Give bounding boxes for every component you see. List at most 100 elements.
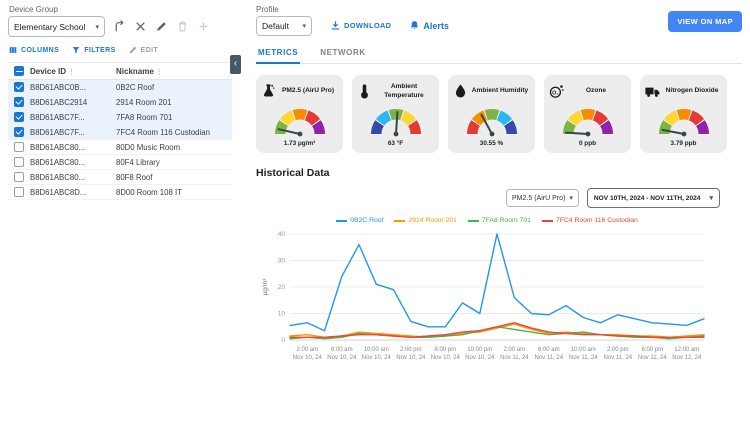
chevron-down-icon: ▾ — [709, 194, 713, 202]
table-row[interactable]: B8D61ABC80...80F8 Roof — [8, 170, 232, 185]
device-id-header-label: Device ID — [30, 67, 66, 76]
download-icon — [330, 20, 341, 31]
row-checkbox[interactable] — [14, 187, 24, 197]
svg-text:Nov 11, 24: Nov 11, 24 — [569, 355, 598, 361]
thermometer-icon — [356, 83, 373, 100]
move-device-icon[interactable] — [113, 20, 126, 33]
device-group-row: Elementary School ▾ — [8, 16, 232, 37]
legend-item[interactable]: 7FA8 Room 701 — [468, 217, 531, 224]
tab-metrics[interactable]: METRICS — [256, 45, 300, 64]
nickname-header[interactable]: Nickname⋮ — [116, 67, 232, 76]
legend-swatch — [336, 220, 347, 222]
alerts-label: Alerts — [423, 21, 449, 31]
row-checkbox[interactable] — [14, 142, 24, 152]
ozone-icon: O₃ — [548, 83, 565, 100]
edit-button[interactable]: EDIT — [128, 45, 159, 55]
svg-text:Nov 12, 24: Nov 12, 24 — [672, 355, 702, 361]
tab-network[interactable]: NETWORK — [318, 45, 368, 63]
profile-block: Profile Default ▾ — [256, 5, 312, 36]
download-button[interactable]: DOWNLOAD — [330, 20, 391, 31]
nickname-cell: 2914 Room 201 — [116, 98, 232, 107]
columns-button[interactable]: COLUMNS — [8, 45, 59, 55]
svg-text:6:00 am: 6:00 am — [538, 347, 560, 353]
gauge — [368, 105, 424, 137]
svg-text:0: 0 — [281, 337, 285, 344]
device-id-header[interactable]: Device ID⋮ — [30, 67, 116, 76]
row-checkbox[interactable] — [14, 112, 24, 122]
table-row[interactable]: B8D61ABC7F...7FA8 Room 701 — [8, 110, 232, 125]
edit-device-icon[interactable] — [155, 20, 168, 33]
metric-card-value: 1.73 μg/m³ — [260, 140, 339, 147]
chevron-left-icon: ‹ — [234, 58, 237, 69]
remove-device-icon[interactable] — [134, 20, 147, 33]
bell-icon — [409, 20, 420, 31]
gauge — [464, 105, 520, 137]
nickname-cell: 80D0 Music Room — [116, 143, 232, 152]
table-row[interactable]: B8D61ABC80...80D0 Music Room — [8, 140, 232, 155]
svg-text:O₃: O₃ — [552, 90, 559, 96]
svg-text:μg/m³: μg/m³ — [262, 278, 269, 296]
nickname-cell: 80F4 Library — [116, 158, 232, 167]
profile-value: Default — [262, 21, 289, 31]
download-label: DOWNLOAD — [344, 21, 391, 30]
metric-card-title: Ozone — [565, 87, 627, 95]
filters-button[interactable]: FILTERS — [71, 45, 115, 55]
device-id-cell: B8D61ABC8D... — [30, 188, 116, 197]
metric-select-value: PM2.5 (AirU Pro) — [512, 195, 565, 202]
table-row[interactable]: B8D61ABC29142914 Room 201 — [8, 95, 232, 110]
nickname-header-label: Nickname — [116, 67, 154, 76]
filters-label: FILTERS — [84, 47, 115, 54]
select-all-checkbox[interactable] — [14, 66, 24, 76]
add-device-icon[interactable] — [197, 20, 210, 33]
view-on-map-button[interactable]: VIEW ON MAP — [668, 11, 742, 32]
legend-item[interactable]: 2914 Room 201 — [394, 217, 456, 224]
date-range-select[interactable]: NOV 10TH, 2024 - NOV 11TH, 2024 ▾ — [587, 188, 720, 208]
legend-swatch — [542, 220, 553, 222]
metric-card-value: 63 °F — [356, 140, 435, 147]
svg-text:Nov 11, 24: Nov 11, 24 — [500, 355, 529, 361]
flask-icon — [260, 83, 277, 100]
device-id-cell: B8D61ABC80... — [30, 143, 116, 152]
edit-label: EDIT — [141, 47, 159, 54]
metric-card-pm2-5-airu-pro: PM2.5 (AirU Pro) 1.73 μg/m³ — [256, 75, 343, 153]
row-checkbox[interactable] — [14, 97, 24, 107]
column-menu-icon[interactable]: ⋮ — [156, 69, 163, 76]
columns-label: COLUMNS — [21, 47, 59, 54]
metric-select[interactable]: PM2.5 (AirU Pro) ▾ — [506, 189, 579, 207]
row-checkbox[interactable] — [14, 127, 24, 137]
metric-card-ozone: O₃Ozone0 ppb — [544, 75, 631, 153]
legend-item[interactable]: 0B2C Roof — [336, 217, 383, 224]
svg-text:Nov 11, 24: Nov 11, 24 — [535, 355, 564, 361]
nickname-cell: 7FA8 Room 701 — [116, 113, 232, 122]
delete-device-icon[interactable] — [176, 20, 189, 33]
table-row[interactable]: B8D61ABC7F...7FC4 Room 116 Custodian — [8, 125, 232, 140]
alerts-button[interactable]: Alerts — [409, 20, 449, 31]
metric-card-value: 30.55 % — [452, 140, 531, 147]
svg-text:6:00 pm: 6:00 pm — [641, 347, 663, 353]
row-checkbox[interactable] — [14, 157, 24, 167]
device-group-label: Device Group — [9, 5, 232, 14]
svg-text:6:00 pm: 6:00 pm — [434, 347, 456, 353]
legend-swatch — [468, 220, 479, 222]
metric-card-title: PM2.5 (AirU Pro) — [277, 87, 339, 95]
collapse-panel-button[interactable]: ‹ — [230, 55, 241, 74]
device-group-select[interactable]: Elementary School ▾ — [8, 16, 105, 37]
legend-item[interactable]: 7FC4 Room 116 Custodian — [542, 217, 638, 224]
svg-text:Nov 11, 24: Nov 11, 24 — [604, 355, 633, 361]
svg-text:Nov 11, 24: Nov 11, 24 — [638, 355, 667, 361]
svg-text:Nov 10, 24: Nov 10, 24 — [396, 355, 426, 361]
row-checkbox[interactable] — [14, 82, 24, 92]
table-row[interactable]: B8D61ABC8D...8D00 Room 108 IT — [8, 185, 232, 200]
row-checkbox[interactable] — [14, 172, 24, 182]
historical-chart: 0102030402:00 amNov 10, 246:00 amNov 10,… — [258, 226, 716, 366]
svg-text:10: 10 — [278, 311, 286, 318]
profile-select[interactable]: Default ▾ — [256, 16, 312, 36]
chevron-down-icon: ▾ — [569, 194, 573, 202]
device-table: Device ID⋮ Nickname⋮ B8D61ABC0B...0B2C R… — [8, 62, 232, 200]
device-table-header: Device ID⋮ Nickname⋮ — [8, 63, 232, 80]
table-row[interactable]: B8D61ABC80...80F4 Library — [8, 155, 232, 170]
table-row[interactable]: B8D61ABC0B...0B2C Roof — [8, 80, 232, 95]
column-menu-icon[interactable]: ⋮ — [68, 69, 75, 76]
nickname-cell: 8D00 Room 108 IT — [116, 188, 232, 197]
metric-card-value: 3.79 ppb — [644, 140, 723, 147]
